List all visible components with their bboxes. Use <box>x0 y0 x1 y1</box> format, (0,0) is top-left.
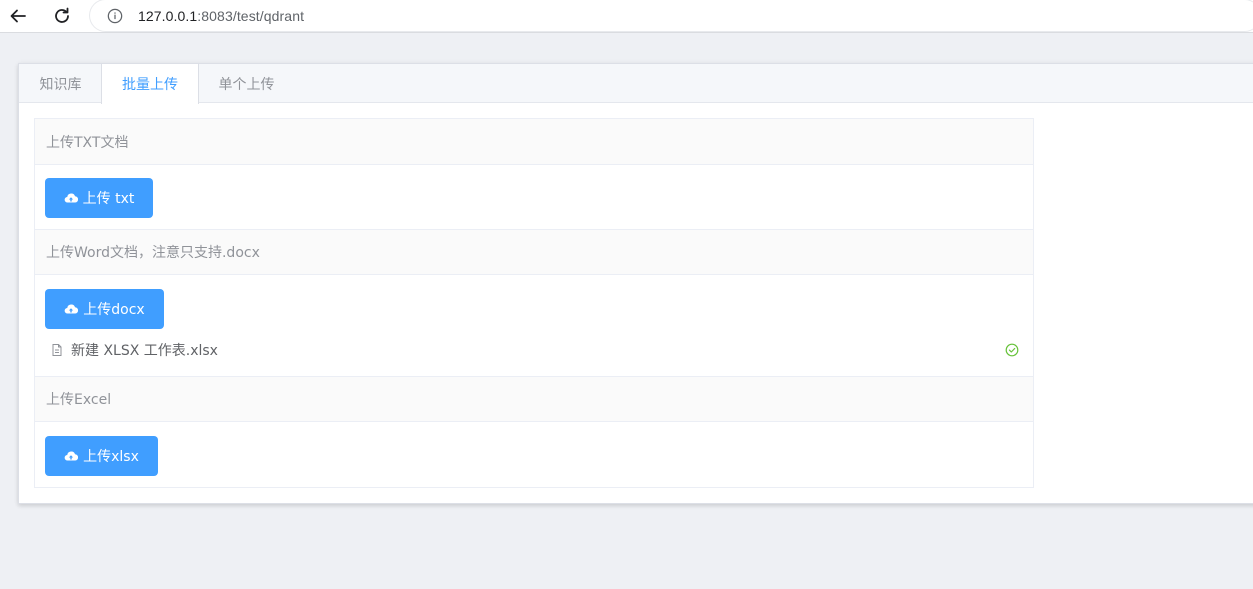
upload-docx-button[interactable]: 上传docx <box>45 289 164 329</box>
url-host: 127.0.0.1 <box>138 7 198 24</box>
back-button[interactable] <box>4 3 32 29</box>
tabs-card: 知识库 批量上传 单个上传 上传TXT文档 上传 txt 上传Word文档，注意… <box>18 63 1253 504</box>
info-icon[interactable] <box>106 7 124 25</box>
url-path: :8083/test/qdrant <box>197 7 305 24</box>
upload-docx-label: 上传docx <box>83 302 145 318</box>
cloud-upload-icon <box>64 451 79 461</box>
url-text[interactable]: 127.0.0.1:8083/test/qdrant <box>138 8 304 24</box>
uploaded-file-name: 新建 XLSX 工作表.xlsx <box>71 343 218 359</box>
cloud-upload-icon <box>64 304 79 314</box>
document-icon <box>52 344 62 356</box>
tab-batch-upload[interactable]: 批量上传 <box>101 64 199 104</box>
uploaded-file-item[interactable]: 新建 XLSX 工作表.xlsx <box>45 337 1023 363</box>
upload-xlsx-button[interactable]: 上传xlsx <box>45 436 158 476</box>
upload-panel: 上传TXT文档 上传 txt 上传Word文档，注意只支持.docx 上传doc… <box>34 118 1034 488</box>
reload-icon <box>55 7 69 23</box>
tab-knowledge-base[interactable]: 知识库 <box>19 64 102 103</box>
arrow-left-icon <box>10 9 26 23</box>
address-bar[interactable]: 127.0.0.1:8083/test/qdrant <box>90 0 1253 31</box>
upload-xlsx-label: 上传xlsx <box>83 449 139 465</box>
section-header-txt[interactable]: 上传TXT文档 <box>35 119 1033 165</box>
upload-txt-label: 上传 txt <box>82 191 135 207</box>
reload-button[interactable] <box>48 3 76 29</box>
cloud-upload-icon <box>64 193 78 203</box>
section-header-excel[interactable]: 上传Excel <box>35 376 1033 422</box>
section-header-docx[interactable]: 上传Word文档，注意只支持.docx <box>35 229 1033 275</box>
tab-single-upload[interactable]: 单个上传 <box>199 64 294 103</box>
tabs-header: 知识库 批量上传 单个上传 <box>19 64 1253 104</box>
circle-check-icon <box>1005 343 1019 357</box>
upload-txt-button[interactable]: 上传 txt <box>45 178 153 218</box>
browser-toolbar: 127.0.0.1:8083/test/qdrant <box>0 0 1253 33</box>
